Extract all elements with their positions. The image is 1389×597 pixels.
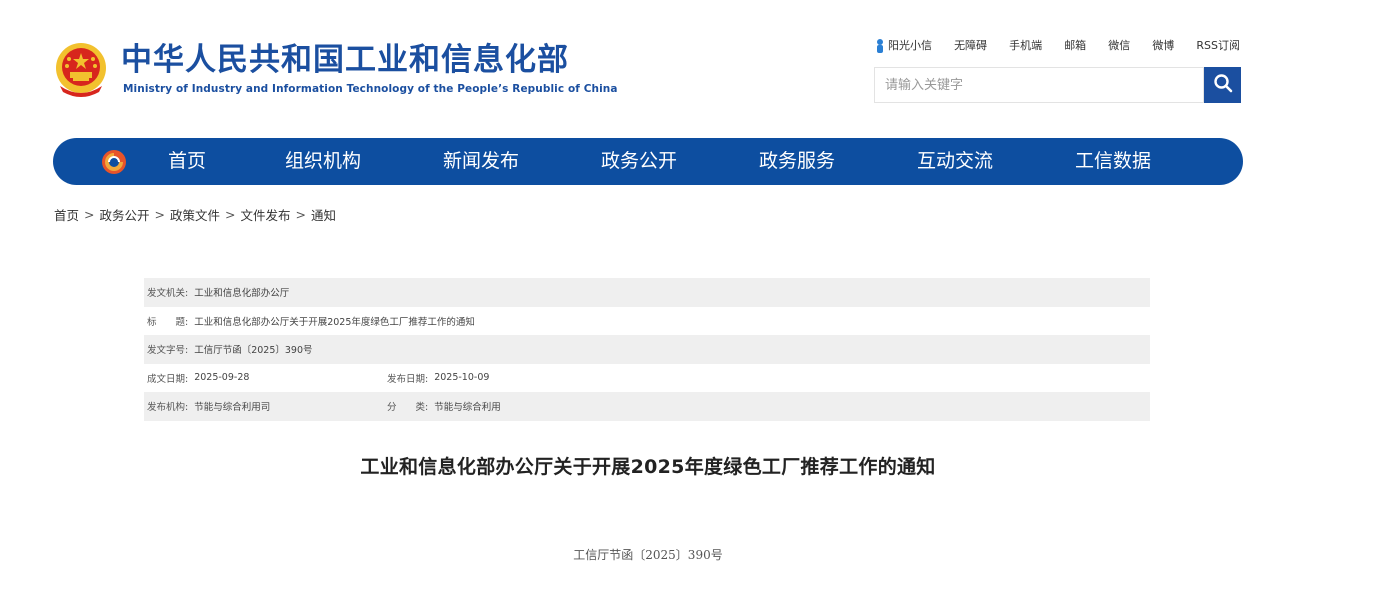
document-meta-table: 发文机关: 工业和信息化部办公厅 标 题: 工业和信息化部办公厅关于开展2025…: [144, 278, 1150, 421]
breadcrumb-separator: >: [84, 206, 95, 222]
nav-item-home[interactable]: 首页: [168, 138, 206, 185]
meta-row-org: 发布机构: 节能与综合利用司 分 类: 节能与综合利用: [144, 392, 1150, 421]
meta-value: 工信厅节函〔2025〕390号: [194, 345, 313, 357]
toplink-label: 阳光小信: [888, 39, 932, 52]
site-subtitle-en: Ministry of Industry and Information Tec…: [123, 83, 618, 95]
meta-row-dates: 成文日期: 2025-09-28 发布日期: 2025-10-09: [144, 364, 1150, 393]
toplink-sunshine-assistant[interactable]: 阳光小信: [876, 37, 932, 53]
site-title[interactable]: 中华人民共和国工业和信息化部: [121, 40, 569, 80]
breadcrumb-policy-documents[interactable]: 政策文件: [170, 205, 220, 224]
meta-value: 节能与综合利用司: [194, 402, 271, 414]
meta-cell: 发布日期: 2025-10-09: [387, 371, 489, 385]
breadcrumb-home[interactable]: 首页: [54, 205, 79, 224]
nav-item-news[interactable]: 新闻发布: [443, 138, 519, 185]
search-icon: [1213, 73, 1233, 97]
breadcrumb-separator: >: [295, 206, 306, 222]
meta-key: 分 类:: [387, 402, 429, 414]
meta-value: 2025-09-28: [194, 372, 250, 384]
meta-key: 发布日期:: [387, 373, 429, 385]
meta-value: 工业和信息化部办公厅关于开展2025年度绿色工厂推荐工作的通知: [194, 316, 475, 328]
nav-item-data[interactable]: 工信数据: [1075, 138, 1151, 185]
breadcrumb-government-affairs[interactable]: 政务公开: [100, 205, 150, 224]
search-input[interactable]: [875, 68, 1203, 102]
breadcrumb: 首页 > 政务公开 > 政策文件 > 文件发布 > 通知: [54, 205, 336, 223]
national-emblem-icon[interactable]: [54, 40, 108, 100]
meta-key: 发文字号:: [147, 345, 189, 357]
meta-key: 成文日期:: [147, 373, 189, 385]
meta-value: 节能与综合利用: [434, 402, 501, 414]
meta-cell: 发文机关: 工业和信息化部办公厅: [144, 285, 947, 299]
meta-cell: 分 类: 节能与综合利用: [387, 399, 501, 413]
search-box: [874, 67, 1204, 103]
document-title: 工业和信息化部办公厅关于开展2025年度绿色工厂推荐工作的通知: [360, 456, 936, 478]
meta-key: 发布机构:: [147, 402, 189, 414]
meta-row-docno: 发文字号: 工信厅节函〔2025〕390号: [144, 335, 1150, 364]
meta-key: 标 题:: [147, 316, 189, 328]
nav-item-interaction[interactable]: 互动交流: [917, 138, 993, 185]
document-number: 工信厅节函〔2025〕390号: [573, 548, 723, 562]
breadcrumb-separator: >: [154, 206, 165, 222]
meta-value: 工业和信息化部办公厅: [194, 288, 290, 300]
toplink-accessibility[interactable]: 无障碍: [954, 37, 987, 53]
toplink-wechat[interactable]: 微信: [1108, 37, 1130, 53]
meta-cell: 发文字号: 工信厅节函〔2025〕390号: [144, 342, 947, 356]
toplink-mobile[interactable]: 手机端: [1009, 37, 1042, 53]
meta-key: 发文机关:: [147, 288, 189, 300]
toplink-weibo[interactable]: 微博: [1152, 37, 1174, 53]
breadcrumb-file-release[interactable]: 文件发布: [241, 205, 291, 224]
nav-item-government-services[interactable]: 政务服务: [759, 138, 835, 185]
meta-value: 2025-10-09: [434, 372, 490, 384]
mini-assistant-icon: [876, 39, 884, 53]
meta-cell: 成文日期: 2025-09-28: [144, 371, 387, 385]
breadcrumb-notice[interactable]: 通知: [311, 205, 336, 224]
search-button[interactable]: [1204, 67, 1241, 103]
nav-item-organization[interactable]: 组织机构: [285, 138, 361, 185]
meta-cell: 标 题: 工业和信息化部办公厅关于开展2025年度绿色工厂推荐工作的通知: [144, 314, 947, 328]
nav-logo-icon[interactable]: [100, 148, 128, 176]
toplink-mail[interactable]: 邮箱: [1064, 37, 1086, 53]
breadcrumb-separator: >: [225, 206, 236, 222]
toplink-rss[interactable]: RSS订阅: [1196, 37, 1240, 53]
site-header: 中华人民共和国工业和信息化部 Ministry of Industry and …: [0, 0, 1389, 130]
meta-cell: 发布机构: 节能与综合利用司: [144, 399, 387, 413]
meta-row-issuer: 发文机关: 工业和信息化部办公厅: [144, 278, 1150, 307]
top-links: 阳光小信 无障碍 手机端 邮箱 微信 微博 RSS订阅: [876, 36, 1240, 54]
meta-row-title: 标 题: 工业和信息化部办公厅关于开展2025年度绿色工厂推荐工作的通知: [144, 307, 1150, 336]
nav-item-government-affairs[interactable]: 政务公开: [601, 138, 677, 185]
main-nav: 首页 组织机构 新闻发布 政务公开 政务服务 互动交流 工信数据: [53, 138, 1243, 185]
